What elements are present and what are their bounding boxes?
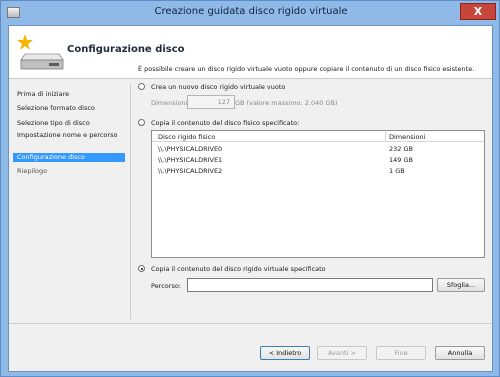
radio-virtual-disk-label[interactable]: Copia il contenuto del disco rigido virt… <box>151 265 326 273</box>
physical-disk-table[interactable]: Disco rigido fisico Dimensioni \\.\PHYSI… <box>151 130 485 258</box>
close-button[interactable]: X <box>460 3 496 20</box>
table-header-row: Disco rigido fisico Dimensioni <box>152 131 484 142</box>
disk-name-cell: \\.\PHYSICALDRIVE2 <box>158 167 223 175</box>
disk-name-cell: \\.\PHYSICALDRIVE1 <box>158 156 223 164</box>
cancel-button[interactable]: Annulla <box>435 346 485 360</box>
footer-bar <box>9 324 492 348</box>
disk-size-cell: 149 GB <box>389 156 413 164</box>
radio-physical-disk[interactable] <box>138 119 145 126</box>
radio-virtual-disk[interactable] <box>138 265 145 272</box>
column-header-size[interactable]: Dimensioni <box>389 133 425 141</box>
column-divider <box>385 131 386 142</box>
next-button[interactable]: Avanti > <box>317 346 367 360</box>
radio-new-disk[interactable] <box>138 83 145 90</box>
path-input[interactable] <box>187 278 433 292</box>
wizard-window: Creazione guidata disco rigido virtuale … <box>0 0 500 377</box>
size-unit-text: GB (valore massimo: 2.040 GB) <box>235 99 338 107</box>
disk-size-cell: 232 GB <box>389 145 413 153</box>
path-label: Percorso: <box>151 282 181 290</box>
column-header-disk[interactable]: Disco rigido fisico <box>158 133 215 141</box>
hard-disk-star-icon <box>17 34 64 70</box>
table-row[interactable]: \\.\PHYSICALDRIVE2 1 GB <box>152 166 484 177</box>
nav-item-prima-di-iniziare[interactable]: Prima di iniziare <box>13 90 125 98</box>
disk-size-cell: 1 GB <box>389 167 405 175</box>
table-row[interactable]: \\.\PHYSICALDRIVE0 232 GB <box>152 144 484 155</box>
nav-item-selezione-formato[interactable]: Selezione formato disco <box>13 104 125 112</box>
table-row[interactable]: \\.\PHYSICALDRIVE1 149 GB <box>152 155 484 166</box>
size-label: Dimensioni: <box>151 99 190 107</box>
wizard-steps-nav: Prima di iniziare Selezione formato disc… <box>9 79 129 319</box>
nav-item-configurazione-disco[interactable]: Configurazione disco <box>13 153 125 162</box>
browse-button[interactable]: Sfoglia... <box>437 278 485 292</box>
nav-item-riepilogo[interactable]: Riepilogo <box>13 167 125 175</box>
radio-physical-disk-label[interactable]: Copia il contenuto del disco fisico spec… <box>151 119 299 127</box>
title-bar[interactable]: Creazione guidata disco rigido virtuale … <box>1 1 500 25</box>
nav-separator <box>130 84 131 319</box>
page-title: Configurazione disco <box>67 44 185 55</box>
intro-text: È possibile creare un disco rigido virtu… <box>138 65 475 73</box>
wizard-client-area: Configurazione disco Prima di iniziare S… <box>8 25 493 372</box>
nav-item-selezione-tipo[interactable]: Selezione tipo di disco <box>13 119 125 127</box>
radio-new-disk-label[interactable]: Crea un nuovo disco rigido virtuale vuot… <box>151 83 285 91</box>
finish-button[interactable]: Fine <box>376 346 426 360</box>
disk-name-cell: \\.\PHYSICALDRIVE0 <box>158 145 223 153</box>
size-input: 127 <box>187 95 235 109</box>
nav-item-nome-percorso[interactable]: Impostazione nome e percorso <box>13 131 125 147</box>
back-button[interactable]: < Indietro <box>260 346 310 360</box>
window-title: Creazione guidata disco rigido virtuale <box>154 6 348 17</box>
